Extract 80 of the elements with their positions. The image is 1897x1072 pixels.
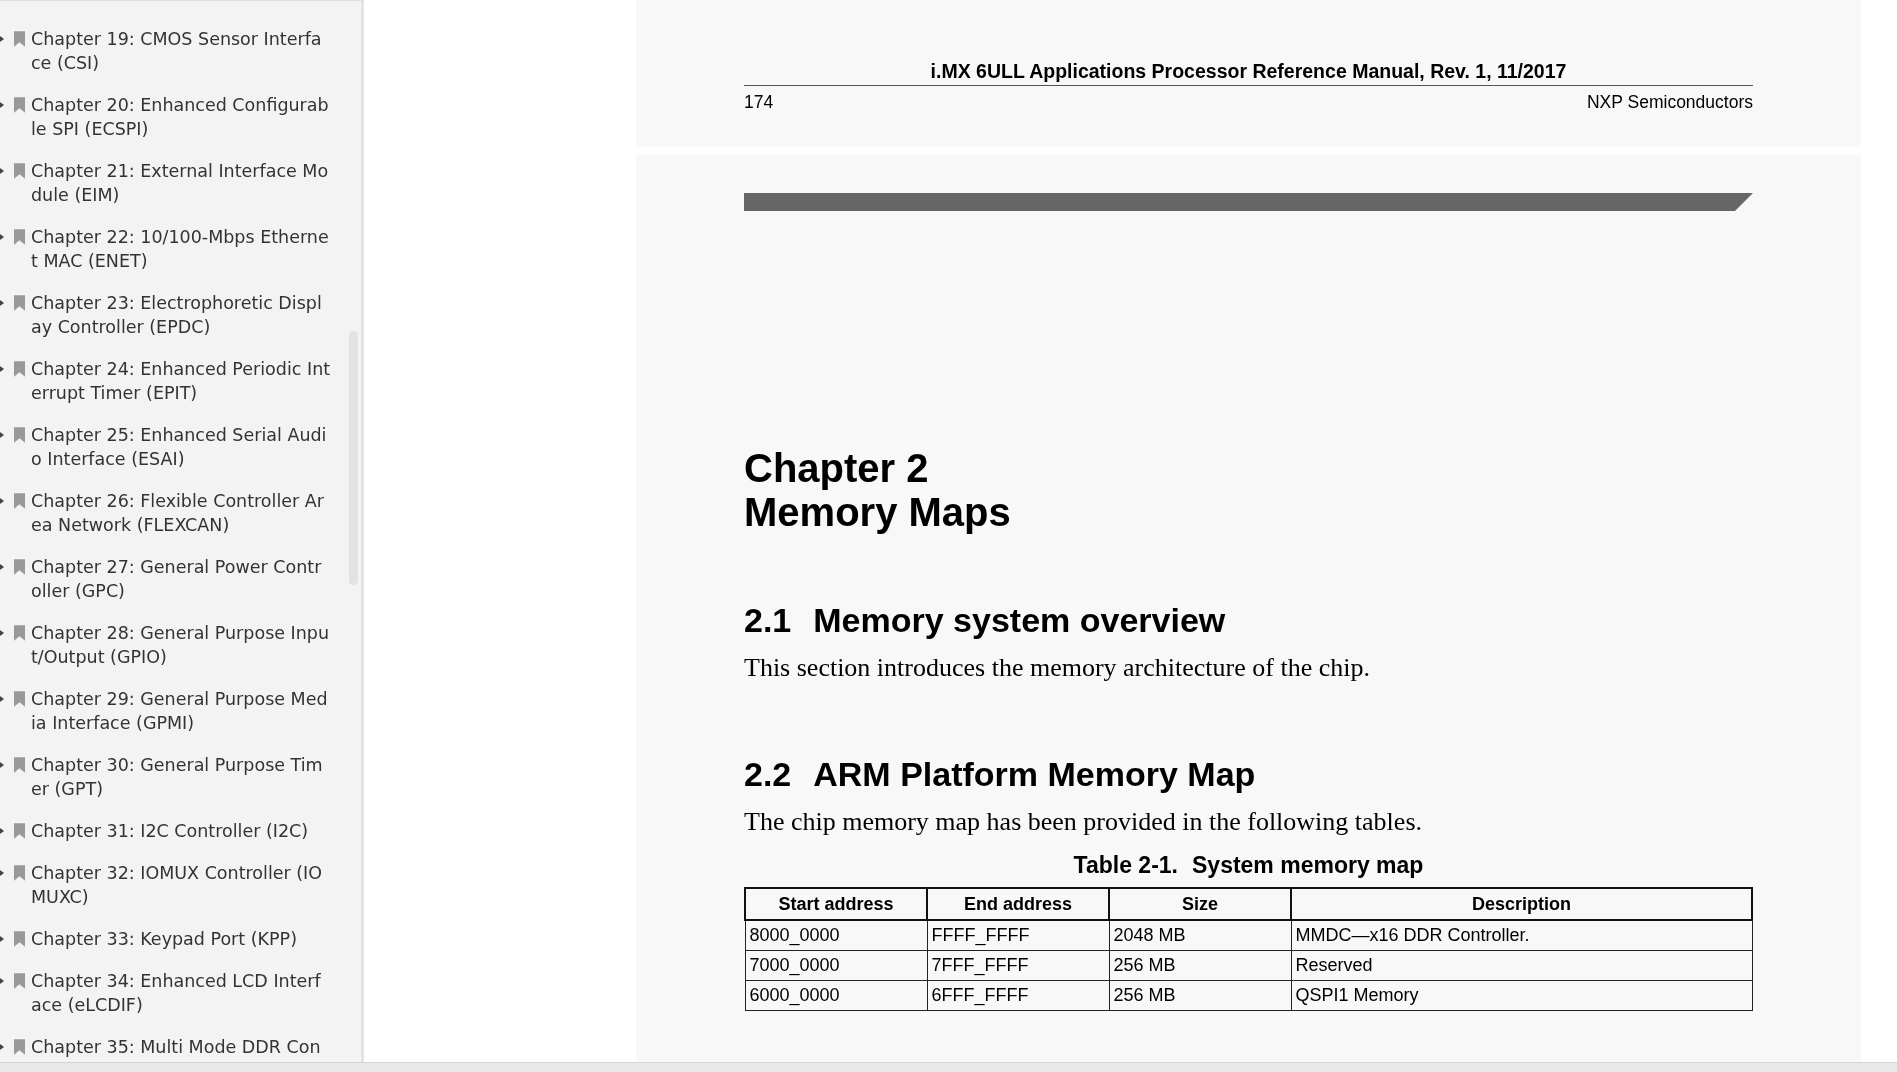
expand-arrow-icon[interactable] [0,630,4,636]
expand-arrow-icon[interactable] [0,102,4,108]
body-text: This section introduces the memory architecture of the chip. [744,652,1371,684]
section-title: ARM Platform Memory Map [813,754,1256,794]
bookmark-icon [14,757,25,773]
body-text: The chip memory map has been provided in the following tables. [744,806,1423,838]
bookmark-icon [14,865,25,881]
table-cell: 7FFF_FFFF [927,950,1109,981]
bookmark-item[interactable]: Chapter 28: General Purpose Input/Output (GPIO) [0,621,361,687]
expand-arrow-icon[interactable] [0,564,4,570]
bookmark-icon [14,427,25,443]
table-cell: 256 MB [1109,980,1291,1011]
company-name: NXP Semiconductors [1587,92,1753,113]
expand-arrow-icon[interactable] [0,870,4,876]
bookmark-item[interactable]: Chapter 24: Enhanced Periodic Interrupt Timer (EPIT) [0,357,361,423]
expand-arrow-icon[interactable] [0,234,4,240]
table-cell: 7000_0000 [745,950,927,981]
table-cell: Reserved [1291,950,1752,981]
page-number: 174 [744,92,774,113]
table-cell: 6FFF_FFFF [927,980,1109,1011]
bookmark-item[interactable]: Chapter 27: General Power Controller (GPC) [0,555,361,621]
bookmark-icon [14,295,25,311]
bookmark-item[interactable]: Chapter 26: Flexible Controller Area Network (FLEXCAN) [0,489,361,555]
column-header: Size [1109,888,1291,920]
expand-arrow-icon[interactable] [0,978,4,984]
expand-arrow-icon[interactable] [0,168,4,174]
expand-arrow-icon[interactable] [0,300,4,306]
bookmark-item[interactable]: Chapter 25: Enhanced Serial Audio Interface (ESAI) [0,423,361,489]
table-cell: 256 MB [1109,950,1291,981]
bookmark-icon [14,97,25,113]
expand-arrow-icon[interactable] [0,36,4,42]
bookmark-item[interactable]: Chapter 34: Enhanced LCD Interface (eLCDIF) [0,969,361,1035]
bookmark-icon [14,229,25,245]
bookmark-item[interactable]: Chapter 20: Enhanced Configurable SPI (ECSPI) [0,93,361,159]
chapter-title: Memory Maps [744,490,1011,534]
expand-arrow-icon[interactable] [0,498,4,504]
bookmark-icon [14,1039,25,1055]
table-cell: MMDC—x16 DDR Controller. [1291,920,1752,951]
manual-title: i.MX 6ULL Applications Processor Reference Manual, Rev. 1, 11/2017 [744,60,1753,86]
expand-arrow-icon[interactable] [0,828,4,834]
bookmark-item[interactable]: Chapter 33: Keypad Port (KPP) [0,927,361,969]
bookmark-icon [14,823,25,839]
table-cell: 2048 MB [1109,920,1291,951]
expand-arrow-icon[interactable] [0,936,4,942]
bookmark-item[interactable]: Chapter 21: External Interface Module (EIM) [0,159,361,225]
bookmark-icon [14,559,25,575]
bookmark-item[interactable]: Chapter 22: 10/100-Mbps Ethernet MAC (ENET) [0,225,361,291]
bookmark-icon [14,625,25,641]
expand-arrow-icon[interactable] [0,696,4,702]
bookmark-icon [14,691,25,707]
expand-arrow-icon[interactable] [0,762,4,768]
column-header: Start address [745,888,927,920]
bookmark-icon [14,973,25,989]
table-caption: System memory map [1192,852,1424,879]
bookmark-icon [14,493,25,509]
bookmark-item[interactable]: Chapter 30: General Purpose Timer (GPT) [0,753,361,819]
table-cell: FFFF_FFFF [927,920,1109,951]
bookmark-icon [14,163,25,179]
bookmark-icon [14,361,25,377]
chapter-number: Chapter 2 [744,446,929,490]
column-header: Description [1291,888,1752,920]
bookmark-item[interactable]: Chapter 31: I2C Controller (I2C) [0,819,361,861]
expand-arrow-icon[interactable] [0,432,4,438]
table-cell: 6000_0000 [745,980,927,1011]
section-title: Memory system overview [813,600,1226,640]
bookmark-item[interactable]: Chapter 23: Electrophoretic Display Controller (EPDC) [0,291,361,357]
expand-arrow-icon[interactable] [0,1044,4,1050]
table-cell: 8000_0000 [745,920,927,951]
table-cell: QSPI1 Memory [1291,980,1752,1011]
bookmark-item[interactable]: Chapter 35: Multi Mode DDR Con [0,1035,361,1072]
table-number: Table 2-1. [1073,852,1178,879]
column-header: End address [927,888,1109,920]
section-number: 2.1 [744,600,792,640]
bookmark-icon [14,31,25,47]
bookmark-item[interactable]: Chapter 32: IOMUX Controller (IOMUXC) [0,861,361,927]
section-number: 2.2 [744,754,792,794]
bookmark-icon [14,931,25,947]
bookmark-item[interactable]: Chapter 29: General Purpose Media Interface (GPMI) [0,687,361,753]
expand-arrow-icon[interactable] [0,366,4,372]
bookmark-item[interactable]: Chapter 19: CMOS Sensor Interface (CSI) [0,27,361,93]
